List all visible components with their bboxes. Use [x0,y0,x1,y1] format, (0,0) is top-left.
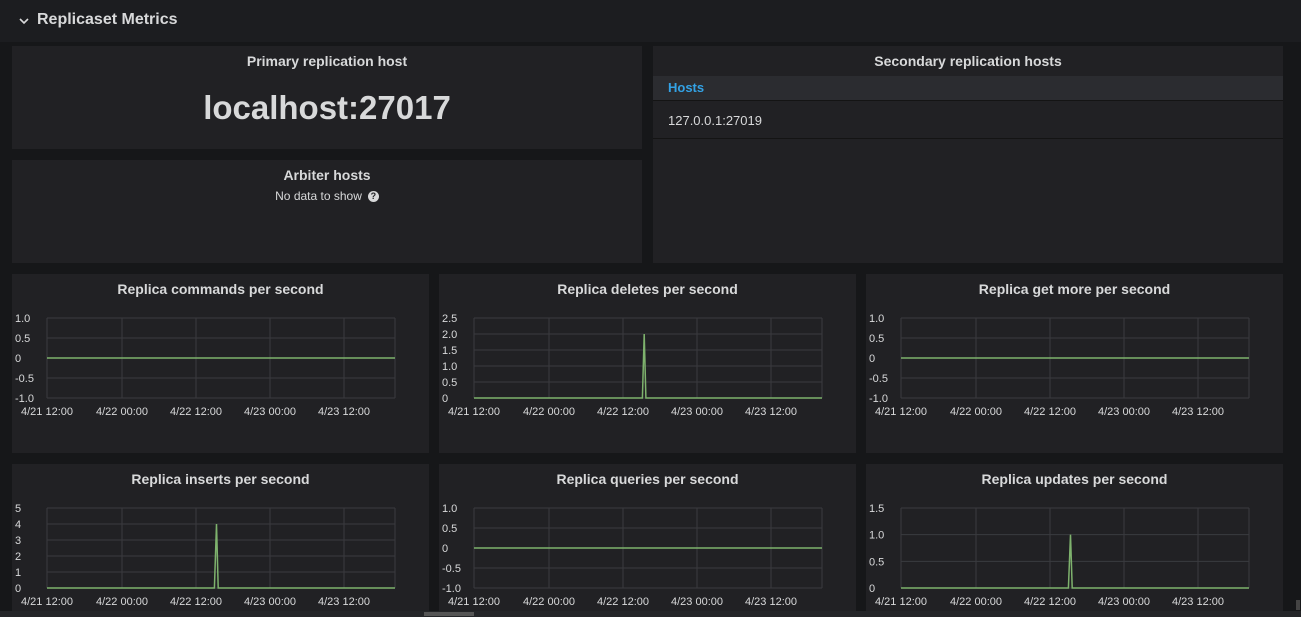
x-tick-label: 4/23 12:00 [318,406,370,418]
chart-updates: 1.5 1.0 0.5 04/21 12:00 4/22 00:00 4/22 12:00… [869,503,1250,608]
y-tick-label: -1.0 [442,583,461,595]
x-tick-label: 4/21 12:00 [875,406,927,418]
x-tick-label: 4/22 00:00 [96,406,148,418]
column-header-hosts[interactable]: Hosts [668,80,704,95]
x-tick-label: 4/22 12:00 [1024,596,1076,608]
x-tick-label: 4/23 12:00 [745,596,797,608]
x-tick-label: 4/21 12:00 [21,406,73,418]
y-tick-label: 0 [15,353,21,365]
x-tick-label: 4/23 12:00 [1172,596,1224,608]
y-tick-label: 4 [15,519,21,531]
no-data-message: No data to show? [12,189,642,203]
chart-deletes: 2.5 2.0 1.5 1.0 0.5 04/21 12:00 4/22 00:00 4/22… [442,313,823,418]
x-tick-label: 4/21 12:00 [448,596,500,608]
x-tick-label: 4/22 00:00 [523,406,575,418]
y-tick-label: 1.0 [15,313,30,325]
x-tick-label: 4/23 12:00 [745,406,797,418]
table-header: Hosts [653,76,1283,101]
y-tick-label: 3 [15,535,21,547]
y-tick-label: 0.5 [442,523,457,535]
x-tick-label: 4/22 00:00 [96,596,148,608]
row-header[interactable]: Replicaset Metrics [0,0,1301,42]
panel-title[interactable]: Arbiter hosts [12,167,642,183]
x-tick-label: 4/22 12:00 [170,406,222,418]
x-tick-label: 4/23 00:00 [244,596,296,608]
x-tick-label: 4/21 12:00 [21,596,73,608]
chevron-down-icon[interactable] [17,13,31,27]
x-tick-label: 4/23 12:00 [1172,406,1224,418]
y-tick-label: -1.0 [869,393,888,405]
y-tick-label: -1.0 [15,393,34,405]
primary-host-panel: Primary replication host localhost:27017 [12,46,642,149]
no-data-text: No data to show [275,189,362,203]
chart-panel-updates: Replica updates per second 1.5 1.0 0.5 0 4/2… [866,464,1283,614]
x-tick-label: 4/22 00:00 [950,406,1002,418]
horizontal-scrollbar[interactable] [0,611,1301,617]
y-tick-label: 2.0 [442,329,457,341]
y-tick-label: 1.0 [442,503,457,515]
x-tick-label: 4/21 12:00 [448,406,500,418]
y-tick-label: 0 [442,393,448,405]
x-tick-label: 4/22 12:00 [1024,406,1076,418]
row-title[interactable]: Replicaset Metrics [37,11,178,29]
x-tick-label: 4/22 12:00 [170,596,222,608]
y-tick-label: -0.5 [15,373,34,385]
chart-getmore: 1.0 0.5 0 -0.5 -1.04/21 12:00 4/22 00:00 4/22 … [869,313,1250,418]
y-tick-label: 0.5 [15,333,30,345]
y-tick-label: 2 [15,551,21,563]
chart-panel-inserts: Replica inserts per second 5 4 3 2 1 0 4/21 12… [12,464,429,614]
x-tick-label: 4/21 12:00 [875,596,927,608]
y-tick-label: 1.0 [442,361,457,373]
y-tick-label: -0.5 [869,373,888,385]
x-tick-label: 4/23 00:00 [671,406,723,418]
y-tick-label: 1.0 [869,530,884,542]
y-tick-label: 2.5 [442,313,457,325]
x-tick-label: 4/22 00:00 [523,596,575,608]
y-tick-label: 0.5 [869,333,884,345]
chart-panel-queries: Replica queries per second 1.0 0.5 0 -0.5 -1… [439,464,856,614]
x-tick-label: 4/23 12:00 [318,596,370,608]
question-circle-icon[interactable]: ? [367,191,379,203]
primary-host-value: localhost:27017 [203,89,451,126]
y-tick-label: 1 [15,567,21,579]
y-tick-label: 0 [869,583,875,595]
chart-panel-deletes: Replica deletes per second 2.5 2.0 1.5 1.0 0… [439,274,856,453]
y-tick-label: 0 [15,583,21,595]
y-tick-label: 5 [15,503,21,515]
table-row: 127.0.0.1:27019 [653,102,1283,139]
scrollbar-thumb[interactable] [424,612,474,616]
panel-title[interactable]: Secondary replication hosts [653,53,1283,69]
chart-inserts: 5 4 3 2 1 04/21 12:00 4/22 00:00 4/22 12:00 4/23… [15,503,396,608]
chart-panel-commands: Replica commands per second 1.0 0.5 0 -0.5-… [12,274,429,453]
y-tick-label: -0.5 [442,563,461,575]
table-cell: 127.0.0.1:27019 [668,113,762,128]
chart-commands: 1.0 0.5 0 -0.5 -1.04/21 12:00 4/22 00:00 4/22 … [15,313,396,418]
x-tick-label: 4/23 00:00 [1098,596,1150,608]
y-tick-label: 0 [442,543,448,555]
y-tick-label: 0.5 [442,377,457,389]
scroll-edge-indicator [1296,600,1300,610]
y-tick-label: 1.5 [869,503,884,515]
x-tick-label: 4/22 00:00 [950,596,1002,608]
x-tick-label: 4/23 00:00 [244,406,296,418]
arbiter-hosts-panel: Arbiter hosts No data to show? [12,160,642,263]
x-tick-label: 4/22 12:00 [597,406,649,418]
panel-title[interactable]: Primary replication host [12,53,642,69]
x-tick-label: 4/23 00:00 [671,596,723,608]
chart-queries: 1.0 0.5 0 -0.5 -1.04/21 12:00 4/22 00:00 4/22 … [442,503,823,608]
x-tick-label: 4/23 00:00 [1098,406,1150,418]
y-tick-label: 0 [869,353,875,365]
secondary-hosts-panel: Secondary replication hosts Hosts 127.0.… [653,46,1283,263]
y-tick-label: 1.5 [442,345,457,357]
chart-panel-getmore: Replica get more per second 1.0 0.5 0 -0.5-… [866,274,1283,453]
y-tick-label: 1.0 [869,313,884,325]
y-tick-label: 0.5 [869,556,884,568]
x-tick-label: 4/22 12:00 [597,596,649,608]
